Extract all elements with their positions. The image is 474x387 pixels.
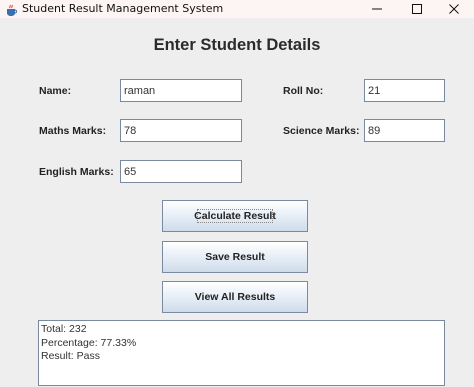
form-heading: Enter Student Details <box>153 36 321 54</box>
save-result-label: Save Result <box>205 251 265 263</box>
minimize-icon <box>372 8 382 10</box>
maths-marks-label: Maths Marks: <box>39 125 107 137</box>
calculate-result-label: Calculate Result <box>194 210 276 222</box>
view-all-results-button[interactable]: View All Results <box>162 281 308 313</box>
science-marks-label: Science Marks: <box>283 125 360 137</box>
result-status: Result: Pass <box>41 350 100 362</box>
maximize-icon <box>412 4 422 14</box>
save-result-button[interactable]: Save Result <box>162 241 308 273</box>
window-title: Student Result Management System <box>22 2 224 15</box>
result-percentage: Percentage: 77.33% <box>41 336 137 349</box>
english-marks-input[interactable] <box>120 160 242 183</box>
result-text-area[interactable]: Total: 232 Percentage: 77.33% Result: Pa… <box>38 320 445 386</box>
maximize-button[interactable] <box>397 0 437 18</box>
calculate-result-button[interactable]: Calculate Result <box>162 200 308 232</box>
title-bar[interactable]: Student Result Management System <box>0 0 474 18</box>
app-window: Student Result Management System Enter S… <box>0 0 474 387</box>
science-marks-input[interactable] <box>364 119 445 142</box>
maths-marks-input[interactable] <box>120 119 242 142</box>
close-button[interactable] <box>434 0 474 18</box>
name-label: Name: <box>39 85 72 97</box>
roll-no-label: Roll No: <box>283 85 324 97</box>
english-marks-label: English Marks: <box>39 166 114 178</box>
view-all-results-label: View All Results <box>194 291 276 303</box>
name-input[interactable] <box>120 79 242 102</box>
result-total: Total: 232 <box>41 323 87 335</box>
roll-no-input[interactable] <box>364 79 445 102</box>
close-icon <box>449 4 459 14</box>
minimize-button[interactable] <box>357 0 397 18</box>
java-cup-icon <box>5 2 17 16</box>
